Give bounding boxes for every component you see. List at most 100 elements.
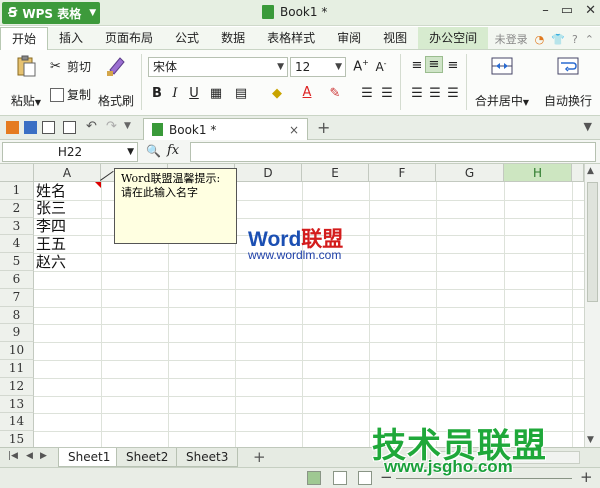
sheet-tab-sheet2[interactable]: Sheet2 xyxy=(116,448,179,467)
copy-button[interactable]: 复制 xyxy=(50,86,91,103)
scroll-thumb[interactable] xyxy=(587,182,598,302)
scroll-up-icon[interactable]: ▲ xyxy=(587,166,594,176)
row-header-6[interactable]: 6 xyxy=(0,271,34,289)
column-header-e[interactable]: E xyxy=(302,164,369,182)
name-box[interactable]: H22 ▼ xyxy=(2,142,138,162)
tab-view[interactable]: 视图 xyxy=(372,27,418,49)
row-header-3[interactable]: 3 xyxy=(0,217,34,236)
formula-input[interactable] xyxy=(190,142,596,162)
row-header-9[interactable]: 9 xyxy=(0,324,34,343)
scroll-down-icon[interactable]: ▼ xyxy=(587,435,594,445)
row-header-10[interactable]: 10 xyxy=(0,342,34,360)
comment-indicator[interactable] xyxy=(95,182,101,188)
row-header-13[interactable]: 13 xyxy=(0,395,34,414)
tab-list-icon[interactable]: ▼ xyxy=(584,120,592,133)
column-header-a[interactable]: A xyxy=(34,164,101,182)
close-icon[interactable]: × xyxy=(289,123,299,137)
row-header-5[interactable]: 5 xyxy=(0,253,34,271)
redo-icon[interactable]: ↷ xyxy=(106,119,117,134)
align-left-icon[interactable]: ☰ xyxy=(408,86,426,101)
tab-review[interactable]: 审阅 xyxy=(326,27,372,49)
underline-button[interactable]: U xyxy=(185,86,203,101)
row-header-4[interactable]: 4 xyxy=(0,235,34,254)
column-header-d[interactable]: D xyxy=(235,164,302,182)
new-tab-button[interactable]: + xyxy=(317,118,330,137)
prev-sheet-icon[interactable]: ◀ xyxy=(26,451,33,461)
font-name-select[interactable]: 宋体 ▼ xyxy=(148,57,288,77)
cut-button[interactable]: ✂ 剪切 xyxy=(50,58,91,75)
cell-style-icon[interactable]: ▤ xyxy=(232,86,250,101)
save-icon[interactable] xyxy=(24,121,37,134)
page-layout-view-icon[interactable] xyxy=(333,471,347,485)
undo-icon[interactable]: ↶ xyxy=(86,119,97,134)
cell-a2[interactable]: 张三 xyxy=(36,200,66,217)
align-right-icon[interactable]: ☰ xyxy=(444,86,462,101)
page-break-view-icon[interactable] xyxy=(358,471,372,485)
align-top-icon[interactable]: ≡ xyxy=(408,58,426,73)
add-sheet-button[interactable]: + xyxy=(253,448,266,466)
tab-data[interactable]: 数据 xyxy=(210,27,256,49)
tab-office-space[interactable]: 办公空间 xyxy=(418,27,489,49)
zoom-slider[interactable] xyxy=(396,478,572,479)
function-button[interactable]: fx xyxy=(167,143,179,158)
tab-insert[interactable]: 插入 xyxy=(48,27,94,49)
select-all-corner[interactable] xyxy=(0,164,34,182)
first-sheet-icon[interactable]: |◀ xyxy=(8,451,18,461)
fill-color-icon[interactable]: ◆ xyxy=(268,86,286,101)
decrease-font-icon[interactable]: A- xyxy=(372,59,390,74)
align-bottom-icon[interactable]: ≡ xyxy=(444,58,462,73)
align-center-icon[interactable]: ☰ xyxy=(426,86,444,101)
format-painter-button[interactable]: 格式刷 xyxy=(98,54,134,109)
sync-icon[interactable]: ◔ xyxy=(535,33,545,46)
row-header-2[interactable]: 2 xyxy=(0,199,34,218)
minimize-button[interactable]: – xyxy=(542,3,549,18)
italic-button[interactable]: I xyxy=(166,86,184,101)
border-icon[interactable]: ▦ xyxy=(207,86,225,101)
tab-home[interactable]: 开始 xyxy=(0,26,49,50)
cell-comment[interactable]: Word联盟温馨提示: 请在此输入名字 xyxy=(114,168,237,244)
row-header-7[interactable]: 7 xyxy=(0,288,34,307)
close-button[interactable]: ✕ xyxy=(585,3,596,18)
spreadsheet-grid[interactable]: A B C D E F G H 1 2 3 4 5 6 7 8 9 10 11 … xyxy=(0,164,584,447)
sheet-tab-sheet1[interactable]: Sheet1 xyxy=(58,448,121,467)
paste-button[interactable]: 粘贴▼ xyxy=(8,54,44,109)
zoom-in-button[interactable]: + xyxy=(580,468,593,486)
next-sheet-icon[interactable]: ▶ xyxy=(40,451,47,461)
bold-button[interactable]: B xyxy=(148,86,166,101)
cell-a3[interactable]: 李四 xyxy=(36,218,66,235)
cell-a1[interactable]: 姓名 xyxy=(36,182,66,200)
font-size-select[interactable]: 12 ▼ xyxy=(290,57,346,77)
clear-format-icon[interactable]: ✎ xyxy=(326,86,344,101)
align-middle-icon[interactable]: ≡ xyxy=(425,56,443,73)
vertical-scrollbar[interactable]: ▲ ▼ xyxy=(584,164,600,447)
zoom-search-icon[interactable]: 🔍 xyxy=(146,144,161,158)
row-header-8[interactable]: 8 xyxy=(0,306,34,325)
tab-page-layout[interactable]: 页面布局 xyxy=(94,27,164,49)
column-header-g[interactable]: G xyxy=(436,164,504,182)
skin-icon[interactable]: 👕 xyxy=(551,33,565,46)
app-menu-button[interactable]: Ꞩ WPS 表格 ▼ xyxy=(2,2,100,24)
tab-book1[interactable]: Book1 * × xyxy=(143,118,308,140)
chevron-down-icon[interactable]: ▼ xyxy=(124,121,131,131)
indent-icon[interactable]: ☰ xyxy=(358,86,376,101)
normal-view-icon[interactable] xyxy=(307,471,321,485)
print-icon[interactable] xyxy=(42,121,55,134)
wrap-text-button[interactable]: 自动换行 xyxy=(540,54,596,109)
row-header-12[interactable]: 12 xyxy=(0,377,34,396)
collapse-ribbon-icon[interactable]: ⌃ xyxy=(585,33,594,46)
row-header-14[interactable]: 14 xyxy=(0,413,34,432)
column-header-f[interactable]: F xyxy=(369,164,436,182)
cell-a5[interactable]: 赵六 xyxy=(36,253,66,271)
merge-center-button[interactable]: 合并居中▼ xyxy=(472,54,532,109)
cell-a4[interactable]: 王五 xyxy=(36,235,66,253)
row-header-1[interactable]: 1 xyxy=(0,182,34,200)
maximize-button[interactable]: ▭ xyxy=(561,3,573,18)
row-header-15[interactable]: 15 xyxy=(0,431,34,447)
outdent-icon[interactable]: ☰ xyxy=(378,86,396,101)
increase-font-icon[interactable]: A+ xyxy=(352,58,370,74)
tab-table-style[interactable]: 表格样式 xyxy=(256,27,326,49)
tab-formulas[interactable]: 公式 xyxy=(164,27,210,49)
row-header-11[interactable]: 11 xyxy=(0,360,34,378)
open-folder-icon[interactable] xyxy=(6,121,19,134)
login-link[interactable]: 未登录 xyxy=(495,31,528,47)
